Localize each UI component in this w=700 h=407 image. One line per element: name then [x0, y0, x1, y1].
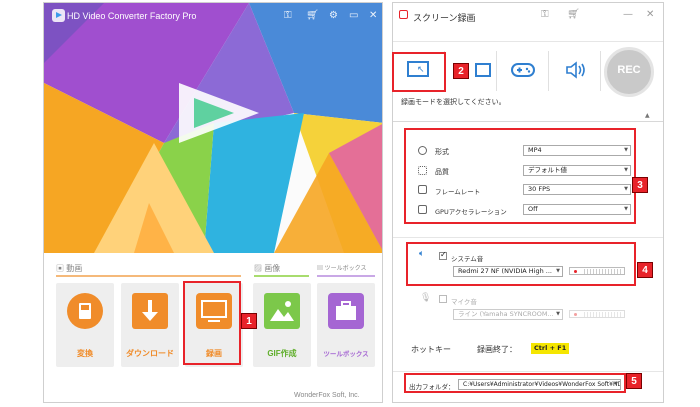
gamepad-icon [511, 63, 535, 77]
footer-divider [393, 371, 663, 372]
film-icon: ▣ [56, 264, 67, 273]
app-title: HD Video Converter Factory Pro [67, 11, 197, 21]
badge-2: 2 [453, 63, 469, 79]
minimize-icon[interactable]: — [623, 9, 633, 20]
section-image-line [254, 275, 309, 277]
banner-graphic [44, 3, 382, 253]
key-icon[interactable]: ⚿ [541, 9, 549, 20]
key-icon[interactable]: ⚿ [284, 10, 292, 21]
mode-hint: 録画モードを選択してください。 [401, 98, 506, 106]
highlight-output [404, 373, 626, 393]
tile-download[interactable]: ダウンロード [121, 283, 179, 367]
hotkey-label: ホットキー [411, 345, 451, 354]
rec-label: REC [617, 64, 641, 76]
settings-divider [393, 237, 663, 238]
record-app-icon [399, 10, 408, 19]
window-title: スクリーン録画 [413, 14, 476, 24]
rec-button[interactable]: REC [604, 47, 654, 97]
hint-divider [393, 121, 663, 122]
collapse-arrow-icon[interactable]: ▲ [645, 112, 650, 119]
mode-game-button[interactable] [497, 51, 549, 91]
convert-icon [67, 293, 103, 329]
download-icon [132, 293, 168, 329]
record-end-label: 録画終了： [477, 345, 517, 354]
highlight-settings [404, 128, 636, 224]
image-icon: ▨ [254, 264, 265, 273]
section-image-label: ▨ 画像 [254, 264, 281, 273]
close-icon[interactable]: ✕ [646, 9, 654, 20]
highlight-region-mode [392, 52, 446, 92]
tile-convert[interactable]: 変換 [56, 283, 114, 367]
cart-icon[interactable]: 🛒︎ [306, 10, 319, 21]
footer-brand: WonderFox Soft, Inc. [294, 392, 360, 399]
close-icon[interactable]: ✕ [369, 10, 377, 21]
title-divider [393, 41, 663, 42]
mode-audio-button[interactable] [549, 51, 601, 91]
gif-icon [264, 293, 300, 329]
record-end-hotkey[interactable]: Ctrl + F1 [531, 343, 570, 354]
tile-convert-label: 変換 [77, 349, 93, 358]
tile-gif[interactable]: GIF作成 [253, 283, 311, 367]
settings-icon[interactable]: ⚙ [329, 10, 338, 21]
cart-icon[interactable]: 🛒︎ [567, 9, 580, 20]
section-video-label: ▣ 動画 [56, 264, 83, 273]
mic-audio-checkbox[interactable] [439, 295, 447, 303]
section-toolbox-line [317, 275, 375, 277]
section-toolbox-label: ▤ ツールボックス [317, 266, 367, 272]
tile-toolbox-label: ツールボックス [323, 351, 369, 358]
tile-download-label: ダウンロード [126, 349, 174, 358]
toolbox-small-icon: ▤ [317, 266, 325, 272]
minimize-icon[interactable]: ▭ [349, 10, 358, 21]
app-logo-icon [52, 9, 65, 22]
mic-audio-label: マイク音 [451, 298, 477, 306]
highlight-audio [406, 242, 636, 286]
mic-audio-level-meter [569, 310, 625, 318]
toolbox-icon [328, 293, 364, 329]
badge-5: 5 [626, 373, 642, 389]
badge-1: 1 [241, 313, 257, 329]
fullscreen-icon [475, 63, 491, 77]
tile-toolbox[interactable]: ツールボックス [317, 283, 375, 367]
tile-gif-label: GIF作成 [267, 349, 297, 358]
badge-4: 4 [637, 262, 653, 278]
badge-3: 3 [632, 177, 648, 193]
mic-audio-device-select[interactable]: ライン (Yamaha SYNCROOM... [453, 309, 563, 320]
microphone-icon: 🎙︎ [420, 293, 432, 303]
highlight-record [183, 281, 241, 365]
speaker-icon [566, 61, 585, 79]
section-video-line [56, 275, 241, 277]
